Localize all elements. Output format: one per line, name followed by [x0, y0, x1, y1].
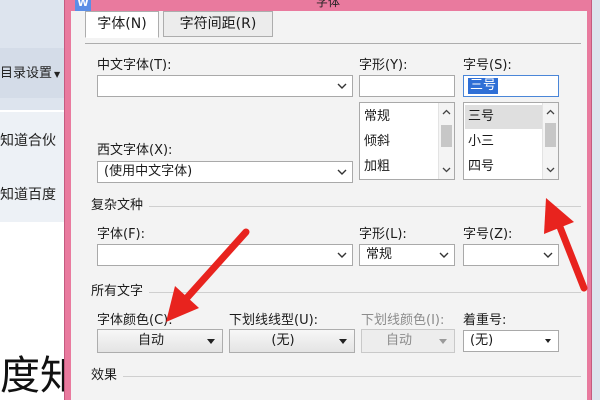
dropdown-caret-icon: ▼ [54, 70, 61, 79]
style-input[interactable] [359, 75, 455, 97]
dropdown-triangle-icon [339, 339, 347, 344]
chevron-down-icon[interactable] [336, 249, 348, 261]
underline-color-label: 下划线颜色(I): [361, 313, 445, 328]
font-dialog: W 字体 字体(N) 字符间距(R) 中文字体(T): 字形(Y): 常规 倾斜… [64, 0, 592, 400]
western-font-value: (使用中文字体) [104, 164, 193, 179]
chevron-up-icon[interactable] [545, 107, 556, 118]
list-item[interactable]: 常规 [364, 105, 390, 129]
chevron-down-icon[interactable] [542, 249, 554, 261]
chevron-down-icon[interactable] [438, 249, 450, 261]
underline-type-value: (无) [271, 333, 295, 348]
list-item[interactable]: 倾斜 [364, 130, 390, 154]
chevron-down-icon[interactable] [545, 164, 556, 175]
complex-size-combo[interactable] [463, 244, 559, 266]
dialog-title: 字体 [315, 0, 340, 9]
size-input-selected-value: 三号 [468, 78, 499, 94]
style-listbox[interactable]: 常规 倾斜 加粗 [359, 102, 455, 180]
chevron-down-icon[interactable] [441, 164, 452, 175]
toc-settings-menu[interactable]: 目录设置 ▼ [0, 62, 60, 81]
chinese-font-combo[interactable] [97, 75, 353, 97]
all-text-heading: 所有文字 [91, 285, 150, 299]
tab-font[interactable]: 字体(N) [85, 11, 159, 38]
complex-size-label: 字号(Z): [463, 227, 513, 242]
underline-type-dropdown[interactable]: (无) [229, 329, 355, 353]
group-divider [91, 376, 581, 377]
western-font-label: 西文字体(X): [97, 143, 173, 158]
emphasis-mark-combo[interactable]: (无) [463, 330, 559, 352]
scrollbar-thumb[interactable] [545, 123, 556, 147]
scrollbar-thumb[interactable] [441, 125, 452, 147]
complex-style-combo[interactable]: 常规 [359, 244, 455, 266]
dropdown-triangle-icon [207, 339, 215, 344]
background-list-item[interactable]: 知道百度 [0, 184, 70, 204]
size-scrollbar[interactable] [542, 103, 558, 179]
effects-heading: 效果 [91, 369, 124, 383]
group-divider [91, 206, 581, 207]
size-input[interactable]: 三号 [463, 75, 559, 97]
tab-character-spacing[interactable]: 字符间距(R) [163, 11, 273, 37]
underline-type-label: 下划线线型(U): [229, 313, 319, 328]
western-font-combo[interactable]: (使用中文字体) [97, 161, 353, 183]
emphasis-mark-value: (无) [470, 333, 494, 348]
complex-font-label: 字体(F): [97, 227, 146, 242]
background-document-area [0, 112, 70, 222]
list-item[interactable]: 小三 [468, 130, 494, 154]
dialog-titlebar[interactable]: W 字体 [65, 0, 591, 11]
size-label: 字号(S): [463, 58, 512, 73]
list-item-selected[interactable]: 三号 [465, 105, 543, 129]
complex-script-group: 复杂文种 [91, 199, 581, 213]
chinese-font-label: 中文字体(T): [97, 58, 172, 73]
font-color-value: 自动 [137, 333, 164, 348]
list-item[interactable]: 加粗 [364, 155, 390, 179]
underline-color-dropdown[interactable]: 自动 [361, 329, 455, 353]
underline-color-value: 自动 [385, 333, 412, 348]
chevron-down-icon[interactable] [336, 80, 348, 92]
style-label: 字形(Y): [359, 58, 408, 73]
dropdown-triangle-icon [439, 339, 447, 344]
tab-panel-border [85, 43, 581, 44]
group-divider [91, 292, 581, 293]
chevron-up-icon[interactable] [441, 107, 452, 118]
font-color-dropdown[interactable]: 自动 [97, 329, 223, 353]
background-list-item[interactable]: 知道合伙 [0, 130, 70, 150]
complex-script-heading: 复杂文种 [91, 199, 150, 213]
chevron-down-icon[interactable] [542, 335, 554, 347]
effects-group: 效果 [91, 369, 581, 383]
complex-style-value: 常规 [366, 247, 393, 262]
list-item[interactable]: 四号 [468, 155, 494, 179]
size-listbox[interactable]: 三号 小三 四号 [463, 102, 559, 180]
emphasis-mark-label: 着重号: [463, 313, 507, 328]
complex-font-combo[interactable] [97, 244, 353, 266]
all-text-group: 所有文字 [91, 285, 581, 299]
complex-style-label: 字形(L): [359, 227, 407, 242]
chevron-down-icon[interactable] [336, 166, 348, 178]
style-scrollbar[interactable] [438, 103, 454, 179]
toc-settings-label: 目录设置 [0, 66, 53, 81]
font-color-label: 字体颜色(C): [97, 313, 173, 328]
dialog-client-area: 字体(N) 字符间距(R) 中文字体(T): 字形(Y): 常规 倾斜 加粗 字… [71, 11, 587, 400]
